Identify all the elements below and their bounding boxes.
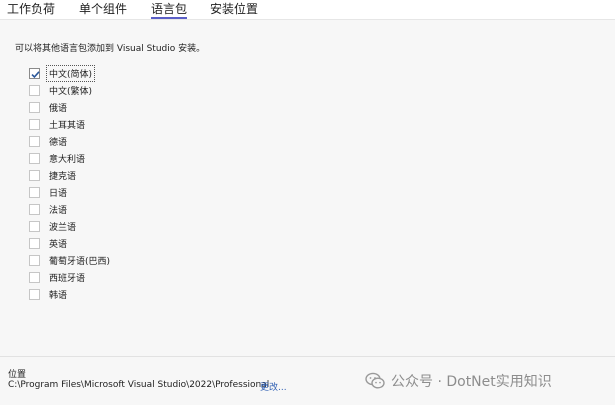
language-item-de[interactable]: 德语 — [29, 133, 229, 150]
language-label: 韩语 — [49, 291, 68, 301]
checkbox[interactable] — [29, 136, 40, 147]
tab-install-location[interactable]: 安装位置 — [210, 1, 258, 19]
language-label: 俄语 — [49, 104, 68, 114]
language-label: 捷克语 — [49, 172, 77, 182]
location-path: C:\Program Files\Microsoft Visual Studio… — [8, 380, 270, 390]
language-item-fr[interactable]: 法语 — [29, 201, 229, 218]
tab-workloads[interactable]: 工作负荷 — [7, 1, 55, 19]
language-item-cs[interactable]: 捷克语 — [29, 167, 229, 184]
language-item-es[interactable]: 西班牙语 — [29, 269, 229, 286]
checkbox[interactable] — [29, 204, 40, 215]
language-item-ko[interactable]: 韩语 — [29, 286, 229, 303]
language-item-zh-hant[interactable]: 中文(繁体) — [29, 82, 229, 99]
watermark-text: 公众号 · DotNet实用知识 — [391, 374, 552, 390]
checkbox[interactable] — [29, 221, 40, 232]
language-item-en[interactable]: 英语 — [29, 235, 229, 252]
language-item-ja[interactable]: 日语 — [29, 184, 229, 201]
language-packs-description: 可以将其他语言包添加到 Visual Studio 安装。 — [15, 44, 206, 54]
location-label: 位置 — [8, 370, 27, 380]
language-item-pl[interactable]: 波兰语 — [29, 218, 229, 235]
language-label: 日语 — [49, 189, 68, 199]
language-label: 意大利语 — [49, 155, 86, 165]
tab-bar: 工作负荷 单个组件 语言包 安装位置 — [0, 0, 615, 20]
language-label: 波兰语 — [49, 223, 77, 233]
language-label: 英语 — [49, 240, 68, 250]
language-label: 中文(简体) — [45, 65, 96, 82]
checkbox[interactable] — [29, 238, 40, 249]
tab-individual-components[interactable]: 单个组件 — [79, 1, 127, 19]
language-item-pt-br[interactable]: 葡萄牙语(巴西) — [29, 252, 229, 269]
checkbox-checked[interactable] — [29, 68, 40, 79]
language-label: 德语 — [49, 138, 68, 148]
checkbox[interactable] — [29, 170, 40, 181]
language-label: 西班牙语 — [49, 274, 86, 284]
checkbox[interactable] — [29, 119, 40, 130]
language-item-ru[interactable]: 俄语 — [29, 99, 229, 116]
watermark: 公众号 · DotNet实用知识 — [365, 371, 552, 391]
location-footer: 位置 C:\Program Files\Microsoft Visual Stu… — [0, 356, 615, 405]
checkbox[interactable] — [29, 153, 40, 164]
checkbox[interactable] — [29, 289, 40, 300]
change-location-link[interactable]: 更改... — [260, 380, 287, 393]
tab-language-packs[interactable]: 语言包 — [151, 1, 188, 19]
installer-window: 工作负荷 单个组件 语言包 安装位置 可以将其他语言包添加到 Visual St… — [0, 0, 615, 405]
language-item-tr[interactable]: 土耳其语 — [29, 116, 229, 133]
language-item-zh-hans[interactable]: 中文(简体) — [29, 65, 229, 82]
language-list: 中文(简体) 中文(繁体) 俄语 土耳其语 德语 意大利语 捷克语 日语 法语 … — [29, 65, 229, 303]
language-label: 法语 — [49, 206, 68, 216]
language-label: 土耳其语 — [49, 121, 86, 131]
checkbox[interactable] — [29, 102, 40, 113]
language-label: 中文(繁体) — [49, 87, 93, 97]
language-item-it[interactable]: 意大利语 — [29, 150, 229, 167]
checkbox[interactable] — [29, 85, 40, 96]
checkbox[interactable] — [29, 255, 40, 266]
language-label: 葡萄牙语(巴西) — [49, 257, 111, 267]
checkbox[interactable] — [29, 187, 40, 198]
checkmark-icon — [31, 71, 40, 79]
checkbox[interactable] — [29, 272, 40, 283]
wechat-icon — [365, 372, 385, 389]
